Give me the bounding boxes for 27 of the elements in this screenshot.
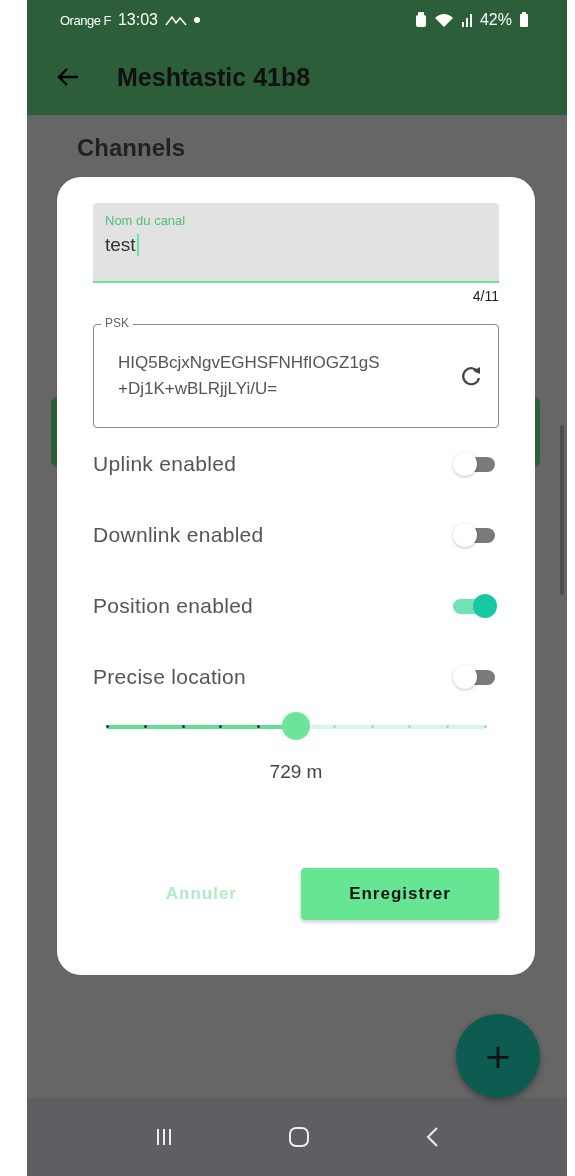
distance-value: 729 m	[268, 761, 324, 783]
recent-apps-icon[interactable]	[154, 1126, 173, 1147]
setting-label: Uplink enabled	[93, 451, 237, 476]
setting-label: Position enabled	[93, 593, 254, 618]
setting-label: Downlink enabled	[93, 522, 264, 547]
alarm-icon	[414, 12, 427, 29]
setting-label: Precise location	[93, 664, 247, 689]
back-arrow-icon[interactable]	[57, 67, 79, 88]
dot-icon	[193, 17, 200, 24]
activity-icon	[164, 14, 187, 27]
slider-thumb[interactable]	[282, 712, 310, 740]
battery-percent: 42%	[479, 11, 512, 30]
field-label: PSK	[101, 316, 133, 330]
battery-icon	[519, 12, 529, 29]
carrier-name: Orange F	[60, 12, 111, 28]
back-icon[interactable]	[425, 1125, 440, 1148]
screen-title: Meshtastic 41b8	[117, 62, 311, 92]
character-counter: 4/11	[472, 288, 499, 304]
signal-icon	[460, 13, 473, 28]
home-icon[interactable]	[288, 1125, 310, 1148]
refresh-icon[interactable]	[460, 365, 482, 387]
text-field[interactable]: Nom du canal test	[93, 203, 499, 283]
section-title: Channels	[77, 132, 187, 157]
clock: 13:03	[117, 11, 158, 30]
wifi-icon	[433, 12, 454, 29]
save-button[interactable]: Enregistrer	[301, 868, 499, 920]
key-text: HIQ5BcjxNgvEGHSFNHfIOGZ1gS+Dj1K+wBLRjjLYi/U=	[118, 352, 380, 400]
